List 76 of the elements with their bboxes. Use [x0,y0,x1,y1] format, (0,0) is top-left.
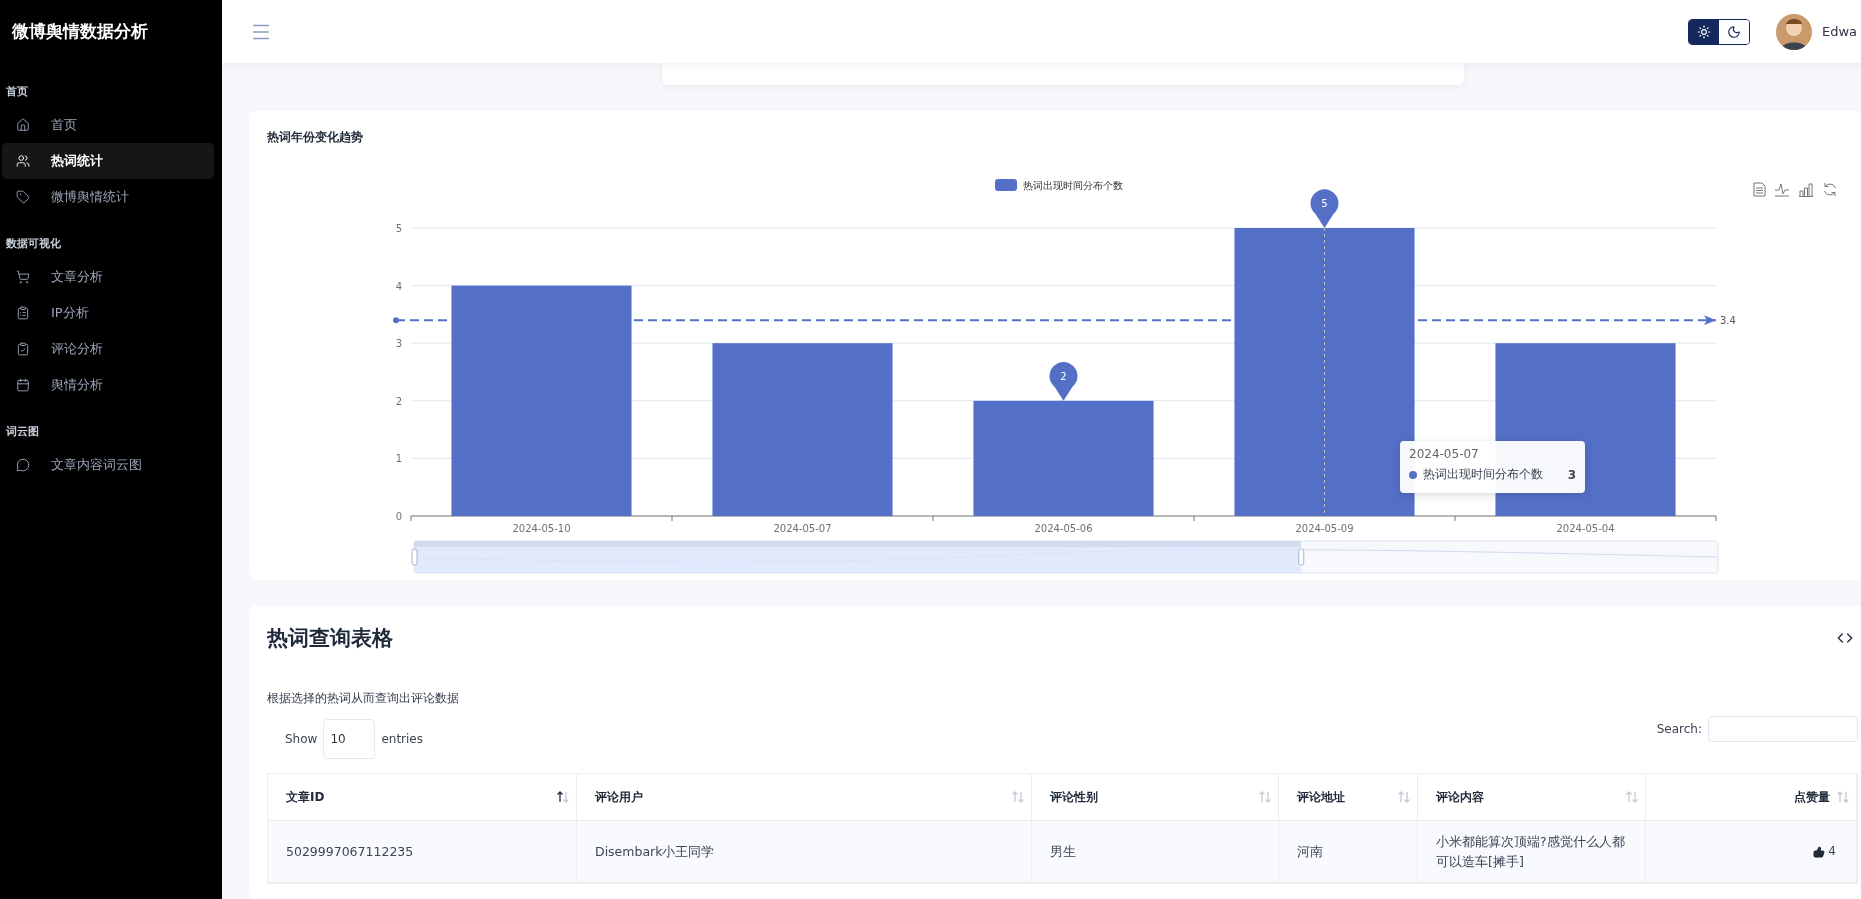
toolbox-data-view-icon[interactable] [1753,182,1766,197]
app-title: 微博舆情数据分析 [11,20,149,43]
pin-label: 2 [1060,370,1067,382]
tooltip-series: 热词出现时间分布个数 [1423,466,1543,483]
table-description: 根据选择的热词从而查询出评论数据 [266,690,460,707]
x-tick-label: 2024-05-04 [1556,523,1615,534]
sidebar-item-icon [16,458,30,472]
series-dot [1409,470,1417,479]
sidebar-item[interactable]: 舆情分析 [2,367,214,403]
sidebar-item[interactable]: 首页 [2,107,214,143]
pin-label: 5 [1321,198,1328,209]
like-count: 4 [1828,842,1836,860]
data-zoom-slider[interactable] [411,540,1719,574]
sidebar-item-icon [16,378,30,392]
toolbox-restore-icon[interactable] [1824,182,1836,197]
table-cell: 小米都能算次顶端?感觉什么人都可以造车[摊手] [1418,821,1646,882]
average-label: 3.4 [1720,315,1736,327]
sidebar-item-icon [16,342,30,356]
show-label: Show [285,732,318,746]
code-icon[interactable] [1837,630,1853,646]
average-line[interactable] [393,315,1717,326]
table-cell: 男生 [1032,821,1279,882]
sidebar-item-icon [16,306,30,320]
column-header[interactable]: 文章ID [268,774,577,820]
user-name[interactable]: Edwa [1821,24,1857,39]
sun-icon [1696,24,1711,39]
sidebar-item-icon [16,154,30,168]
sidebar-item[interactable]: 文章内容词云图 [2,447,214,483]
column-header[interactable]: 评论用户 [577,774,1032,820]
sidebar-section-title: 首页 [5,84,29,99]
sidebar-item[interactable]: 文章分析 [2,259,214,295]
column-header[interactable]: 评论地址 [1279,774,1418,820]
column-header[interactable]: 评论内容 [1418,774,1646,820]
toolbox-bar-icon[interactable] [1798,183,1814,197]
sidebar-section-title: 数据可视化 [5,236,62,251]
light-mode-button[interactable] [1688,19,1719,44]
toolbox-line-icon[interactable] [1774,183,1790,197]
search-label: Search: [1656,722,1702,736]
entries-label: entries [381,732,423,746]
y-tick-label: 1 [395,453,402,465]
column-header[interactable]: 评论性别 [1032,774,1279,820]
column-header[interactable]: 点赞量 [1646,774,1857,820]
y-tick-label: 4 [395,280,402,292]
x-tick-label: 2024-05-09 [1295,523,1354,534]
avatar[interactable] [1775,13,1812,50]
y-tick-label: 0 [395,511,402,522]
table-cell: 5029997067112235 [268,821,577,882]
legend-swatch[interactable] [995,179,1017,191]
y-tick-label: 3 [395,338,402,350]
table-cell: 河南 [1279,821,1418,882]
sidebar-item[interactable]: 热词统计 [2,143,214,179]
y-tick-label: 2 [395,395,402,407]
tooltip-title: 2024-05-07 [1409,447,1480,461]
search-field[interactable] [1708,716,1858,742]
chart-title: 热词年份变化趋势 [266,129,364,146]
like-icon [1813,845,1826,858]
sort-icon[interactable] [556,790,570,804]
moon-icon [1726,24,1741,39]
table-title: 热词查询表格 [267,625,393,652]
sidebar-item[interactable]: IP分析 [2,295,214,331]
x-tick-label: 2024-05-06 [1034,523,1093,534]
sidebar-item[interactable]: 微博舆情统计 [2,179,214,215]
sidebar-item-icon [16,190,30,204]
sidebar-item[interactable]: 评论分析 [2,331,214,367]
pin-marker[interactable] [1049,362,1078,401]
sidebar-item-icon [16,118,30,132]
legend-label[interactable]: 热词出现时间分布个数 [1023,180,1123,191]
sidebar-section-title: 词云图 [5,424,40,439]
x-tick-label: 2024-05-07 [773,523,832,534]
y-tick-label: 5 [395,223,402,234]
x-tick-label: 2024-05-10 [512,523,571,534]
pin-marker[interactable] [1310,189,1339,228]
tooltip-value: 3 [1567,467,1576,482]
sidebar-item-icon [16,270,30,284]
table-cell: Disembark小王同学 [577,821,1032,882]
page-size-select[interactable]: 10 [323,719,376,759]
